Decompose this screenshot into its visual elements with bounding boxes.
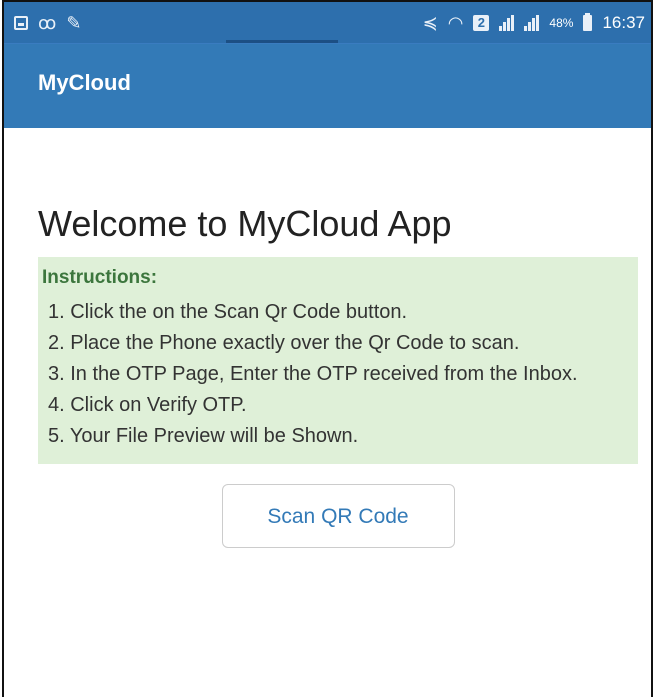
list-item: 5. Your File Preview will be Shown. [48,425,359,448]
app-title[interactable]: MyCloud [38,70,131,96]
status-right: ≼ ◠ 2 48% 16:37 [422,12,645,33]
list-item: 3. In the OTP Page, Enter the OTP receiv… [48,363,578,386]
battery-percent: 48% [549,15,574,30]
instructions-panel: Instructions: 1. Click the on the Scan Q… [38,257,638,465]
phone-screen: ꝏ ✎ ≼ ◠ 2 48% 16:37 MyCloud Welcome to M… [2,0,653,697]
sim-icon: 2 [473,14,490,31]
main-content: Welcome to MyCloud App Instructions: 1. … [4,202,651,549]
page-title: Welcome to MyCloud App [38,203,452,244]
app-bar: MyCloud [4,44,651,128]
button-row: Scan QR Code [38,484,638,549]
instructions-heading: Instructions: [42,267,158,289]
mute-icon: ✎ [66,12,82,33]
scan-qr-code-button[interactable]: Scan QR Code [221,484,455,549]
gallery-icon [14,15,28,30]
clock: 16:37 [602,12,645,32]
voicemail-icon: ꝏ [38,12,57,33]
list-item: 2. Place the Phone exactly over the Qr C… [48,332,520,355]
list-item: 4. Click on Verify OTP. [48,394,247,417]
signal-icon [524,14,540,31]
list-item: 1. Click the on the Scan Qr Code button. [48,301,408,324]
instructions-list: 1. Click the on the Scan Qr Code button.… [40,297,628,452]
status-left: ꝏ ✎ [14,14,81,32]
status-bar: ꝏ ✎ ≼ ◠ 2 48% 16:37 [4,2,651,44]
signal-icon [499,14,515,31]
vibrate-icon: ≼ [422,12,438,33]
battery-icon [583,12,593,31]
wifi-icon: ◠ [447,12,464,33]
